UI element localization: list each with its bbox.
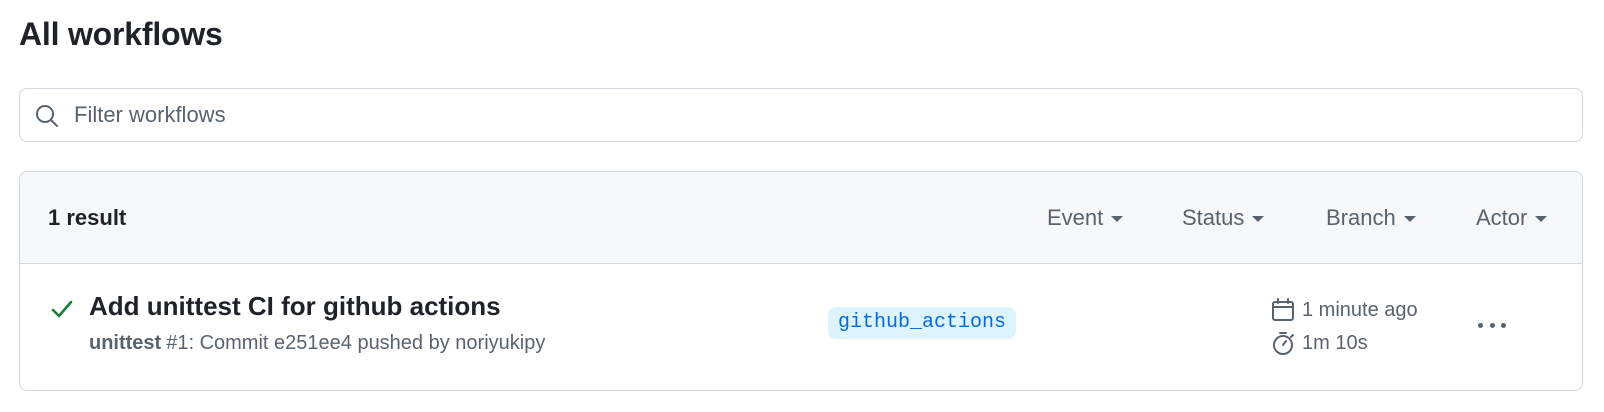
check-icon <box>51 300 73 318</box>
caret-down-icon <box>1535 216 1548 222</box>
actor-filter-label: Actor <box>1476 205 1528 230</box>
results-header: 1 result Event Status Branch Actor <box>20 172 1582 264</box>
results-count: 1 result <box>48 205 127 230</box>
run-time-ago-text: 1 minute ago <box>1302 298 1418 321</box>
run-workflow-name: unittest <box>89 332 162 354</box>
actor-filter-button[interactable]: Actor <box>1476 205 1548 231</box>
search-icon <box>36 105 58 127</box>
workflow-run-row[interactable]: Add unittest CI for github actions unitt… <box>20 264 1582 390</box>
page-title: All workflows <box>19 16 223 52</box>
search-input[interactable] <box>74 97 1564 133</box>
workflow-runs-list: 1 result Event Status Branch Actor Add u… <box>19 171 1583 391</box>
calendar-icon <box>1272 298 1294 321</box>
branch-label[interactable]: github_actions <box>828 307 1017 339</box>
branch-filter-label: Branch <box>1326 205 1396 230</box>
run-duration-text: 1m 10s <box>1302 331 1368 354</box>
stopwatch-icon <box>1273 332 1294 355</box>
kebab-dot <box>1489 322 1495 328</box>
kebab-horizontal-icon[interactable] <box>1470 310 1514 340</box>
run-meta-text: #1: Commit e251ee4 pushed by noriyukipy <box>166 332 546 354</box>
event-filter-label: Event <box>1047 205 1104 230</box>
status-filter-label: Status <box>1182 205 1245 230</box>
status-filter-button[interactable]: Status <box>1182 205 1265 231</box>
run-time-ago: 1 minute ago <box>1270 297 1418 323</box>
caret-down-icon <box>1111 216 1124 222</box>
kebab-dot <box>1501 322 1506 328</box>
caret-down-icon <box>1403 216 1416 222</box>
caret-down-icon <box>1252 216 1265 222</box>
run-title-link[interactable]: Add unittest CI for github actions <box>89 291 501 322</box>
search-box <box>19 88 1583 142</box>
run-meta: unittest #1: Commit e251ee4 pushed by no… <box>89 332 545 355</box>
branch-filter-button[interactable]: Branch <box>1326 205 1416 231</box>
event-filter-button[interactable]: Event <box>1047 205 1124 231</box>
kebab-dot <box>1478 322 1483 328</box>
run-duration: 1m 10s <box>1270 330 1368 356</box>
